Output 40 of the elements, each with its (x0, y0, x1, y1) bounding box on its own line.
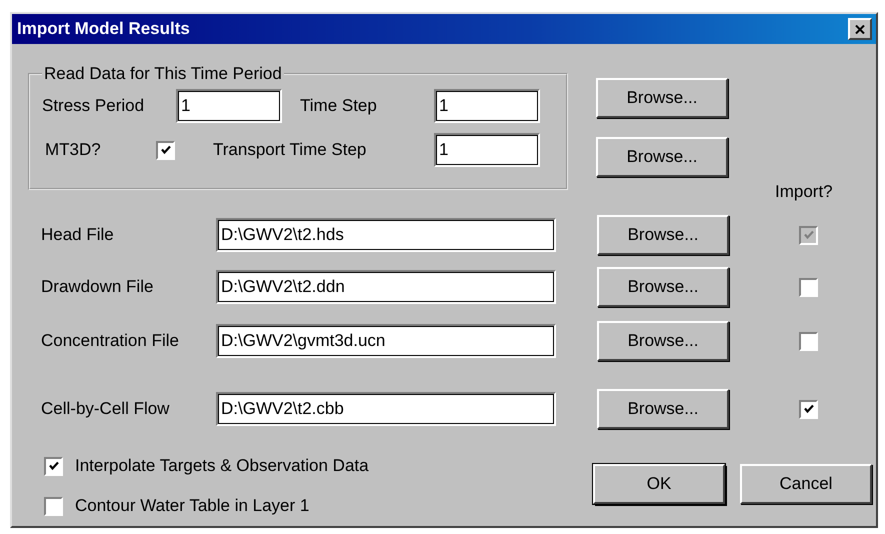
checkbox-label: MT3D? (44, 140, 102, 160)
input-field[interactable]: D:\GWV2\t2.hds (216, 218, 556, 252)
check-icon (802, 403, 814, 415)
window-title: Import Model Results (17, 19, 190, 39)
field-label: Time Step (300, 96, 378, 116)
field-label: Cell-by-Cell Flow (40, 399, 170, 419)
check-icon (48, 460, 60, 472)
input-field[interactable]: 1 (434, 89, 540, 123)
checkbox[interactable] (799, 332, 818, 350)
field-label: Head File (40, 225, 115, 245)
input-field[interactable]: D:\GWV2\gvmt3d.ucn (216, 324, 556, 358)
dialog-button[interactable]: OK (593, 464, 725, 504)
browse-button[interactable]: Browse... (597, 321, 729, 361)
field-label: Transport Time Step (213, 140, 368, 160)
checkbox-label: Contour Water Table in Layer 1 (75, 496, 310, 516)
dialog-button[interactable]: Cancel (740, 464, 872, 504)
input-field[interactable]: D:\GWV2\t2.ddn (216, 270, 556, 304)
checkbox[interactable] (44, 496, 63, 516)
browse-button[interactable]: Browse... (597, 389, 729, 429)
column-header: Import? (775, 182, 833, 202)
input-field[interactable]: D:\GWV2\t2.cbb (216, 392, 556, 426)
close-button[interactable] (848, 18, 872, 40)
close-icon (855, 24, 865, 34)
checkbox[interactable] (156, 140, 175, 160)
browse-button[interactable]: Browse... (597, 267, 729, 307)
check-icon (160, 144, 172, 156)
field-label: Concentration File (40, 331, 180, 351)
input-field[interactable]: 1 (434, 133, 540, 167)
checkbox[interactable] (799, 400, 818, 418)
browse-button[interactable]: Browse... (596, 78, 728, 118)
field-label: Drawdown File (40, 277, 154, 297)
input-field[interactable]: 1 (176, 89, 282, 123)
checkbox-label: Interpolate Targets & Observation Data (75, 456, 369, 476)
browse-button[interactable]: Browse... (597, 215, 729, 255)
group-title: Read Data for This Time Period (43, 64, 283, 84)
checkbox[interactable] (44, 456, 63, 476)
field-label: Stress Period (42, 96, 146, 116)
checkbox[interactable] (799, 278, 818, 296)
browse-button[interactable]: Browse... (596, 137, 728, 177)
check-icon (802, 229, 814, 241)
